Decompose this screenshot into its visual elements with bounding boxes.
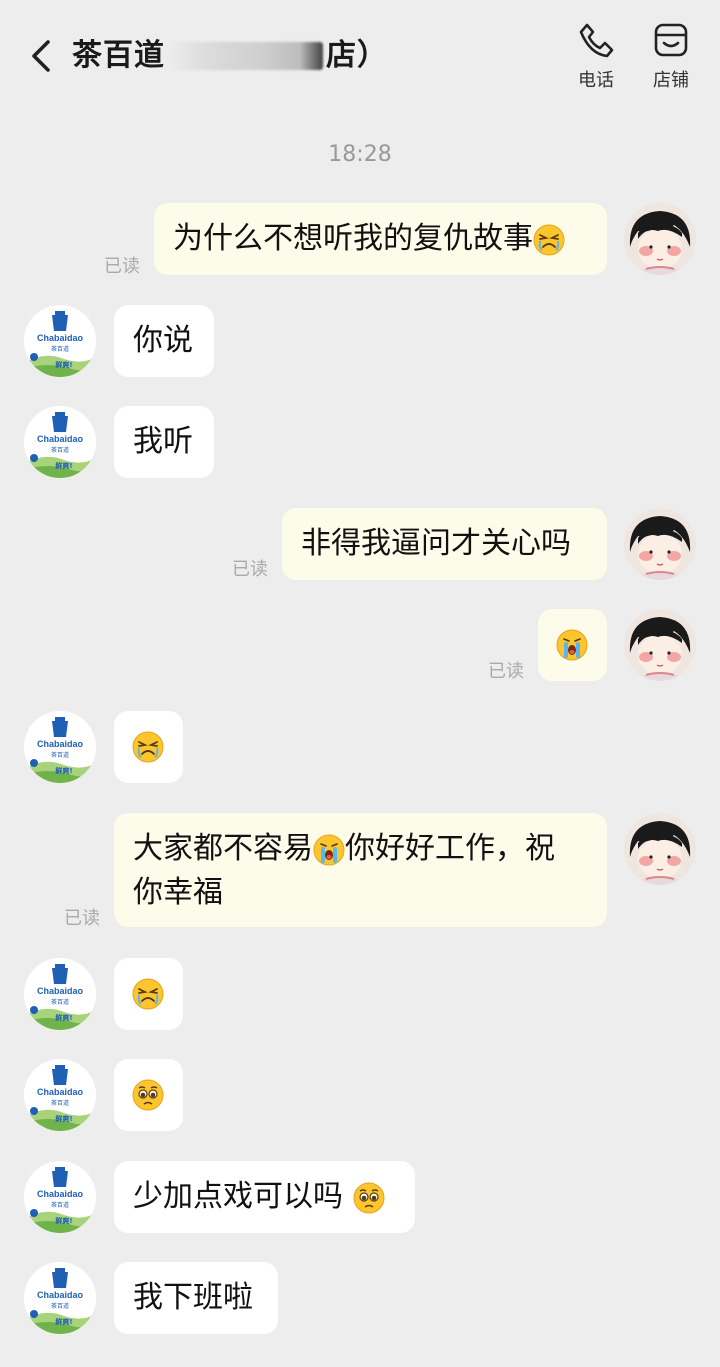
message-bubble[interactable]: 我听 xyxy=(114,406,214,478)
message-text-part2: 你好好工作，祝 xyxy=(345,831,555,866)
my-avatar[interactable] xyxy=(624,203,696,275)
message-text: 少加点戏可以吗 xyxy=(133,1179,343,1214)
message-bubble[interactable] xyxy=(114,711,183,783)
message-row-shop: 我下班啦 xyxy=(0,1262,720,1336)
message-row-me: 已读 大家都不容易 你好好工作，祝 你幸福 xyxy=(0,813,720,929)
message-row-shop xyxy=(0,958,720,1032)
phone-button[interactable]: 电话 xyxy=(566,20,626,92)
message-row-shop xyxy=(0,711,720,785)
redacted-name xyxy=(168,42,323,70)
crying-emoji-icon xyxy=(556,629,588,661)
angry-crying-emoji-icon xyxy=(533,224,565,256)
chat-header: 茶百道 店） 电话 店铺 xyxy=(0,0,720,112)
message-text: 为什么不想听我的复仇故事 xyxy=(173,221,533,256)
chevron-left-icon xyxy=(32,40,50,72)
message-row-me: 已读 xyxy=(0,609,720,683)
chat-title-suffix: 店） xyxy=(326,38,388,73)
message-row-shop: 少加点戏可以吗 xyxy=(0,1161,720,1235)
message-text-line2: 你幸福 xyxy=(133,875,223,910)
read-receipt: 已读 xyxy=(232,559,268,580)
phone-label: 电话 xyxy=(578,70,614,91)
phone-icon xyxy=(579,23,614,58)
back-button[interactable] xyxy=(26,36,56,76)
message-text: 我下班啦 xyxy=(133,1280,253,1315)
pleading-emoji-icon xyxy=(132,1079,164,1111)
message-bubble[interactable] xyxy=(114,958,183,1030)
shop-avatar[interactable] xyxy=(24,1059,96,1131)
angry-crying-emoji-icon xyxy=(132,731,164,763)
message-bubble[interactable]: 为什么不想听我的复仇故事 xyxy=(154,203,607,275)
angry-crying-emoji-icon xyxy=(132,978,164,1010)
message-bubble[interactable]: 我下班啦 xyxy=(114,1262,278,1334)
message-text: 你说 xyxy=(133,323,193,358)
store-icon xyxy=(654,23,688,57)
message-text-part1: 大家都不容易 xyxy=(133,831,313,866)
message-text: 非得我逼问才关心吗 xyxy=(301,526,571,561)
store-button[interactable]: 店铺 xyxy=(641,20,701,92)
message-timestamp: 18:28 xyxy=(328,142,392,167)
message-row-shop: 你说 xyxy=(0,305,720,379)
message-bubble[interactable]: 非得我逼问才关心吗 xyxy=(282,508,607,580)
shop-avatar[interactable] xyxy=(24,1161,96,1233)
shop-avatar[interactable] xyxy=(24,1262,96,1334)
shop-avatar[interactable] xyxy=(24,711,96,783)
my-avatar[interactable] xyxy=(624,813,696,885)
shop-avatar[interactable] xyxy=(24,406,96,478)
chat-title: 茶百道 店） xyxy=(72,34,388,78)
read-receipt: 已读 xyxy=(104,256,140,277)
chat-title-prefix: 茶百道 xyxy=(72,38,165,73)
store-label: 店铺 xyxy=(653,70,689,91)
read-receipt: 已读 xyxy=(488,661,524,682)
shop-avatar[interactable] xyxy=(24,305,96,377)
message-row-shop xyxy=(0,1059,720,1133)
shop-avatar[interactable] xyxy=(24,958,96,1030)
message-bubble[interactable] xyxy=(114,1059,183,1131)
pleading-emoji-icon xyxy=(353,1182,385,1214)
message-bubble[interactable]: 你说 xyxy=(114,305,214,377)
message-bubble[interactable] xyxy=(538,609,607,681)
read-receipt: 已读 xyxy=(64,908,100,929)
crying-emoji-icon xyxy=(313,834,345,866)
message-row-me: 已读 非得我逼问才关心吗 xyxy=(0,508,720,582)
message-bubble[interactable]: 大家都不容易 你好好工作，祝 你幸福 xyxy=(114,813,607,927)
message-row-me: 已读 为什么不想听我的复仇故事 xyxy=(0,203,720,277)
message-row-shop: 我听 xyxy=(0,406,720,480)
my-avatar[interactable] xyxy=(624,609,696,681)
message-text: 我听 xyxy=(133,424,193,459)
my-avatar[interactable] xyxy=(624,508,696,580)
message-bubble[interactable]: 少加点戏可以吗 xyxy=(114,1161,415,1233)
